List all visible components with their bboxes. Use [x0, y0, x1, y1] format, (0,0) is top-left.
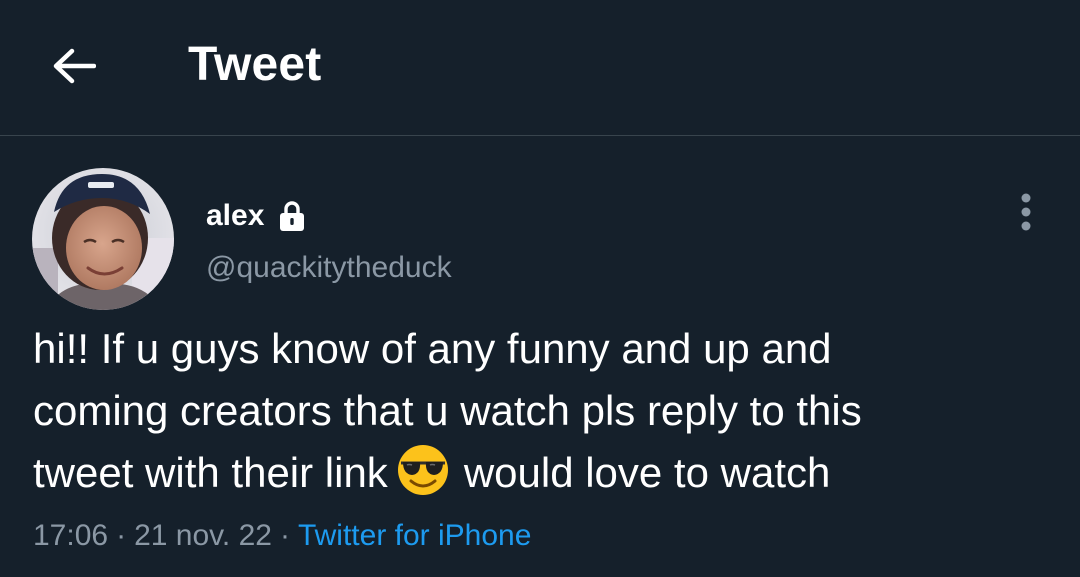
author-name-row[interactable]: alex: [206, 196, 306, 236]
tweet-screen: Tweet alex @quackitytheduck hi!! If u gu…: [0, 0, 1080, 577]
meta-separator: ·: [116, 519, 127, 552]
tweet-text-segment: tweet with their link: [33, 449, 388, 496]
back-button[interactable]: [44, 38, 104, 94]
tweet-text-segment: would love to watch: [463, 449, 831, 496]
lock-icon: [280, 201, 305, 231]
avatar-image: [32, 168, 174, 310]
avatar[interactable]: [32, 168, 174, 310]
sunglasses-emoji-icon: [397, 445, 448, 495]
tweet-text-line: tweet with their link would love to watc…: [33, 442, 1053, 504]
tweet-date[interactable]: 21 nov. 22: [134, 519, 272, 552]
meta-separator: ·: [279, 519, 290, 552]
tweet-time[interactable]: 17:06: [33, 519, 108, 552]
tweet-text: hi!! If u guys know of any funny and up …: [33, 318, 1053, 504]
more-options-button[interactable]: [1006, 188, 1046, 236]
author-handle[interactable]: @quackitytheduck: [206, 248, 452, 288]
more-vertical-icon: [1021, 193, 1031, 231]
author-name: alex: [206, 199, 265, 232]
tweet-source-link[interactable]: Twitter for iPhone: [298, 519, 531, 552]
arrow-left-icon: [53, 48, 96, 84]
tweet-text-line: hi!! If u guys know of any funny and up …: [33, 325, 832, 372]
page-title: Tweet: [188, 38, 322, 91]
tweet-text-line: coming creators that u watch pls reply t…: [33, 387, 862, 434]
top-bar: Tweet: [0, 0, 1080, 136]
tweet-meta: 17:06 · 21 nov. 22 · Twitter for iPhone: [33, 516, 531, 556]
